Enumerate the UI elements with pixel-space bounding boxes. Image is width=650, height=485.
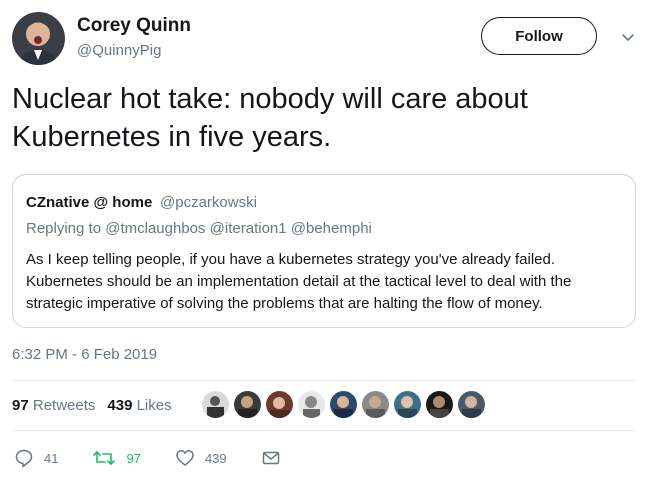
heart-icon [176, 450, 194, 466]
liker-avatar[interactable] [458, 391, 485, 418]
likes-count: 439 [107, 397, 133, 414]
author-avatar[interactable] [12, 12, 65, 65]
tweet-actions: 41 97 439 [14, 448, 315, 468]
like-count: 439 [204, 450, 227, 466]
direct-message-button[interactable] [261, 448, 281, 468]
replying-to-label: Replying to [26, 220, 102, 237]
retweet-icon [93, 451, 116, 465]
follow-button[interactable]: Follow [481, 17, 597, 55]
retweet-count: 97 [126, 450, 141, 466]
reply-icon [15, 449, 33, 468]
retweets-label: Retweets [32, 397, 96, 414]
reply-button[interactable]: 41 [14, 448, 58, 468]
liker-avatar[interactable] [266, 391, 293, 418]
liker-avatar[interactable] [426, 391, 453, 418]
retweets-stat[interactable]: 97 Retweets [12, 397, 95, 414]
tweet-timestamp[interactable]: 6:32 PM - 6 Feb 2019 [12, 346, 157, 363]
reply-count: 41 [44, 450, 59, 466]
like-button[interactable]: 439 [175, 448, 227, 468]
quoted-author-name: CZnative @ home [26, 194, 153, 211]
divider [12, 380, 636, 381]
quoted-tweet-card[interactable]: CZnative @ home @pczarkowski Replying to… [12, 174, 636, 328]
likes-stat[interactable]: 439 Likes [107, 397, 171, 414]
quoted-replying-to: Replying to @tmclaughbos @iteration1 @be… [26, 220, 372, 237]
liker-avatar[interactable] [362, 391, 389, 418]
liker-avatar[interactable] [202, 391, 229, 418]
retweets-count: 97 [12, 397, 29, 414]
replying-to-mentions[interactable]: @tmclaughbos @iteration1 @behemphi [105, 220, 372, 237]
liker-avatars [202, 391, 485, 418]
author-handle[interactable]: @QuinnyPig [77, 42, 161, 59]
chevron-down-icon[interactable] [620, 30, 636, 46]
engagement-stats: 97 Retweets 439 Likes [12, 397, 172, 414]
author-name[interactable]: Corey Quinn [77, 15, 191, 37]
tweet-text: Nuclear hot take: nobody will care about… [12, 83, 528, 153]
likes-label: Likes [136, 397, 172, 414]
liker-avatar[interactable] [394, 391, 421, 418]
quoted-author-handle: @pczarkowski [160, 194, 257, 211]
retweet-button[interactable]: 97 [92, 448, 141, 468]
liker-avatar[interactable] [234, 391, 261, 418]
liker-avatar[interactable] [330, 391, 357, 418]
quoted-tweet-text: As I keep telling people, if you have a … [26, 251, 572, 312]
divider [12, 430, 636, 431]
liker-avatar[interactable] [298, 391, 325, 418]
envelope-icon [262, 451, 279, 465]
